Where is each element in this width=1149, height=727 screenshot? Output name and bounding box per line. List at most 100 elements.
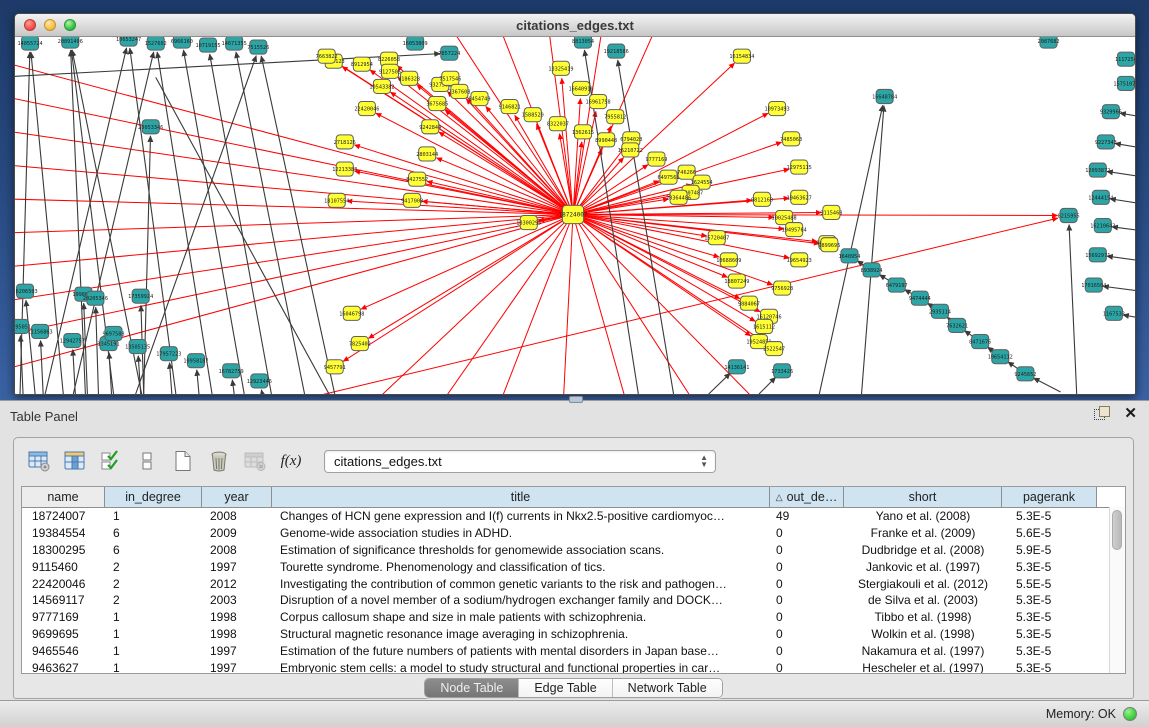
- network-graph[interactable]: 1405572420891406106532471527602696616010…: [15, 37, 1135, 394]
- network-node[interactable]: 9777169: [645, 152, 667, 166]
- row-checks-button[interactable]: [96, 446, 126, 476]
- network-node[interactable]: 12444154: [1088, 190, 1113, 204]
- network-node[interactable]: 13505135: [125, 340, 150, 354]
- tab-edge-table[interactable]: Edge Table: [519, 679, 612, 697]
- network-node[interactable]: 9417008: [401, 193, 423, 207]
- network-node[interactable]: 26206503: [15, 284, 38, 298]
- network-node[interactable]: 7663822: [316, 49, 338, 63]
- network-node[interactable]: 8990448: [595, 133, 617, 147]
- network-node[interactable]: 9227343: [1095, 135, 1117, 149]
- column-header-in_degree[interactable]: in_degree: [105, 487, 202, 507]
- network-node[interactable]: 6479197: [886, 278, 908, 292]
- network-node[interactable]: 9474444: [909, 291, 931, 305]
- network-node[interactable]: 15692971: [1085, 248, 1110, 262]
- network-node[interactable]: 10719155: [195, 38, 220, 52]
- column-header-year[interactable]: year: [202, 487, 272, 507]
- function-builder-button[interactable]: f(x): [276, 446, 306, 476]
- network-node[interactable]: 2522547: [763, 342, 785, 356]
- network-canvas[interactable]: 1405572420891406106532471527602696616010…: [15, 37, 1135, 394]
- network-node[interactable]: 9242844: [419, 120, 441, 134]
- column-header-title[interactable]: title: [272, 487, 770, 507]
- table-row[interactable]: 911546021997Tourette syndrome. Phenomeno…: [22, 558, 1125, 575]
- trash-button[interactable]: [204, 446, 234, 476]
- network-node[interactable]: 14136141: [724, 360, 749, 374]
- close-panel-icon[interactable]: ✕: [1124, 407, 1137, 421]
- network-node[interactable]: 16640910: [568, 81, 593, 95]
- network-node[interactable]: 14055724: [18, 37, 43, 50]
- network-node[interactable]: 10654112: [988, 350, 1013, 364]
- network-node[interactable]: 8912954: [351, 57, 373, 71]
- network-node[interactable]: 19495764: [782, 223, 807, 237]
- network-node[interactable]: 6966160: [171, 37, 193, 48]
- network-node[interactable]: 16648784: [872, 89, 897, 103]
- network-node[interactable]: 15751074: [1113, 76, 1135, 90]
- network-node[interactable]: 8938924: [861, 263, 883, 277]
- memory-status-icon[interactable]: [1123, 707, 1137, 721]
- network-node[interactable]: 7632621: [946, 318, 968, 332]
- network-node[interactable]: 1167533: [1103, 306, 1125, 320]
- minimize-window-button[interactable]: [44, 19, 56, 31]
- network-node[interactable]: 20205346: [83, 291, 108, 305]
- network-node[interactable]: 1588520: [522, 108, 544, 122]
- network-node[interactable]: 16782759: [219, 364, 244, 378]
- network-node[interactable]: 20891406: [58, 37, 83, 48]
- network-node[interactable]: 10653247: [116, 37, 141, 46]
- zoom-window-button[interactable]: [64, 19, 76, 31]
- network-node[interactable]: 9115460: [820, 205, 842, 219]
- network-node[interactable]: 16961758: [586, 94, 611, 108]
- network-node[interactable]: 10973493: [765, 102, 790, 116]
- network-node[interactable]: 9245652: [1014, 367, 1036, 381]
- table-settings-button[interactable]: [24, 446, 54, 476]
- network-node[interactable]: 1117254: [1115, 52, 1135, 66]
- network-node[interactable]: 1615112: [753, 319, 775, 333]
- network-node[interactable]: 7955812: [604, 110, 626, 124]
- network-node[interactable]: 8215955: [1058, 208, 1080, 222]
- network-node[interactable]: 8186328: [398, 71, 420, 85]
- column-header-pagerank[interactable]: pagerank: [1002, 487, 1097, 507]
- network-node[interactable]: 8471676: [969, 335, 991, 349]
- network-node[interactable]: 1640954: [838, 249, 860, 263]
- network-node[interactable]: 16210643: [1090, 219, 1115, 233]
- network-node[interactable]: 12923446: [247, 374, 272, 388]
- table-row[interactable]: 946554611997Estimation of the future num…: [22, 642, 1125, 659]
- network-node[interactable]: 22420046: [354, 102, 379, 116]
- network-node[interactable]: 7825402: [349, 337, 371, 351]
- column-header-short[interactable]: short: [844, 487, 1002, 507]
- network-node[interactable]: 1733426: [771, 364, 793, 378]
- column-header-out_de[interactable]: △out_de…: [770, 487, 844, 507]
- table-row[interactable]: 1872400712008Changes of HCN gene express…: [22, 508, 1125, 525]
- network-node[interactable]: 18724007: [558, 205, 587, 223]
- network-node[interactable]: 14671355: [222, 37, 247, 50]
- network-node[interactable]: 10958187: [183, 354, 208, 368]
- scrollbar-thumb[interactable]: [1112, 510, 1122, 550]
- network-node[interactable]: 2087682: [1038, 37, 1060, 48]
- tab-network-table[interactable]: Network Table: [613, 679, 722, 697]
- network-node[interactable]: 3675685: [426, 97, 448, 111]
- network-node[interactable]: 9697588: [103, 326, 125, 340]
- table-row[interactable]: 946362711997Embryonic stem cells: a mode…: [22, 659, 1125, 674]
- network-node[interactable]: 20364486: [666, 190, 691, 204]
- network-node[interactable]: 9329966: [1100, 105, 1122, 119]
- network-node[interactable]: 9146821: [499, 100, 521, 114]
- network-node[interactable]: 17957223: [156, 347, 181, 361]
- close-window-button[interactable]: [24, 19, 36, 31]
- table-row[interactable]: 2242004622012Investigating the contribut…: [22, 575, 1125, 592]
- network-node[interactable]: 18107554: [324, 193, 349, 207]
- new-document-button[interactable]: [168, 446, 198, 476]
- network-node[interactable]: 1362615: [572, 125, 594, 139]
- network-node[interactable]: 2718126: [334, 135, 356, 149]
- network-node[interactable]: 8427552: [406, 172, 428, 186]
- network-node[interactable]: 18300295: [516, 216, 541, 230]
- network-node[interactable]: 12093872: [1085, 163, 1110, 177]
- network-window-titlebar[interactable]: citations_edges.txt: [15, 14, 1135, 37]
- network-node[interactable]: 16210722: [618, 143, 643, 157]
- table-scrollbar[interactable]: [1109, 507, 1125, 673]
- network-node[interactable]: 12213383: [332, 162, 357, 176]
- network-node[interactable]: 9756928: [771, 281, 793, 295]
- float-panel-icon[interactable]: [1094, 406, 1110, 422]
- table-row[interactable]: 969969511998Structural magnetic resonanc…: [22, 626, 1125, 643]
- network-node[interactable]: 16154834: [729, 49, 754, 63]
- network-node[interactable]: 2935114: [929, 304, 951, 318]
- table-dropdown[interactable]: citations_edges.txt ▲▼: [324, 450, 716, 473]
- network-node[interactable]: 16046798: [339, 306, 364, 320]
